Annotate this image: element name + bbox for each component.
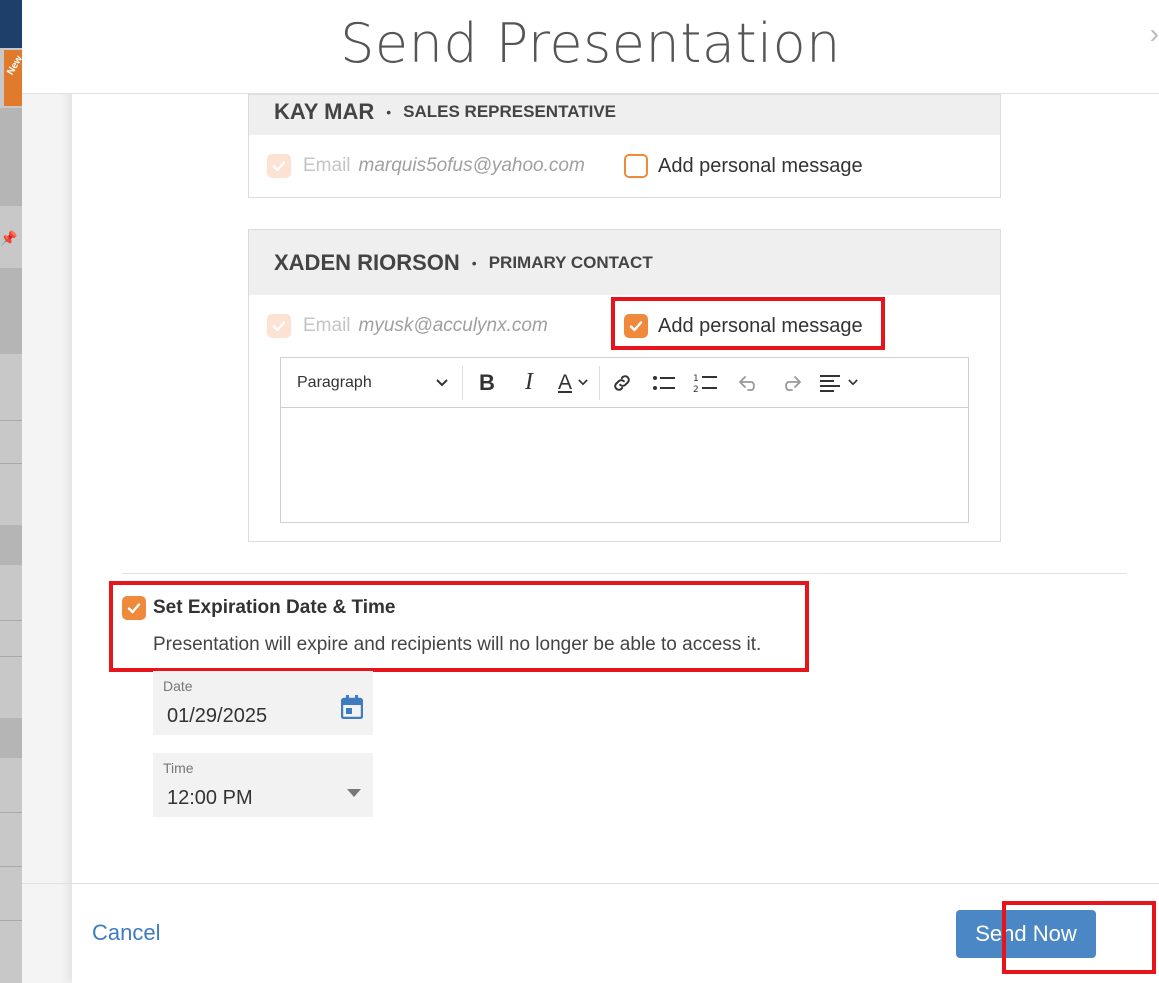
section-divider [122,573,1127,574]
align-icon[interactable] [812,366,866,400]
svg-text:1: 1 [693,374,699,384]
email-label: Email [303,315,351,336]
link-icon[interactable] [600,366,644,400]
svg-text:2: 2 [693,385,699,394]
recipient-role: SALES REPRESENTATIVE [403,102,617,121]
personal-message-label: Add personal message [658,154,863,177]
recipient-header: XADEN RIORSON • PRIMARY CONTACT [249,230,1000,295]
undo-icon[interactable] [728,366,770,400]
paragraph-style-dropdown[interactable]: Paragraph [281,365,463,400]
email-address: myusk@acculynx.com [358,315,548,336]
email-checkbox[interactable] [267,154,291,178]
modal-title: Send Presentation [340,12,841,75]
time-select[interactable]: Time 12:00 PM [153,753,373,817]
background-header [0,0,22,48]
chevron-right-icon[interactable]: › [1150,18,1159,50]
recipient-email-row: Email marquis5ofus@yahoo.com Add persona… [249,135,1000,197]
cancel-button[interactable]: Cancel [92,920,160,946]
italic-icon[interactable]: I [511,366,547,400]
bold-icon[interactable]: B [463,366,511,400]
personal-message-checkbox[interactable] [624,154,648,178]
recipient-header: KAY MAR • SALES REPRESENTATIVE [249,95,1000,135]
date-field[interactable]: Date 01/29/2025 [153,671,373,735]
editor-toolbar: Paragraph B I A 12 [281,358,968,408]
date-value: 01/29/2025 [167,705,268,727]
email-address: marquis5ofus@yahoo.com [358,155,585,176]
time-value: 12:00 PM [167,787,253,809]
text-color-icon[interactable]: A [547,366,599,400]
recipient-name: XADEN RIORSON [274,249,460,275]
email-label: Email [303,155,351,176]
recipient-card-xaden-riorson: XADEN RIORSON • PRIMARY CONTACT Email my… [248,229,1001,542]
dropdown-caret-icon [347,789,361,797]
date-label: Date [163,678,193,694]
modal-footer: Cancel Send Now [22,883,1159,983]
email-checkbox[interactable] [267,314,291,338]
calendar-icon[interactable] [340,695,364,724]
recipient-card-kay-mar: KAY MAR • SALES REPRESENTATIVE Email mar… [248,94,1001,198]
new-badge: New [4,50,25,106]
send-presentation-modal: Send Presentation › KAY MAR • SALES REPR… [22,0,1159,983]
background-app-strip: New 📌 [0,0,25,983]
highlight-box [109,581,809,672]
modal-backdrop [22,0,72,983]
recipient-name: KAY MAR [274,99,375,124]
highlight-box [1002,901,1156,974]
highlight-box [611,297,885,350]
message-text-area[interactable] [281,408,968,523]
personal-message-editor: Paragraph B I A 12 [280,357,969,523]
time-label: Time [163,760,194,776]
add-personal-message-option[interactable]: Add personal message [624,154,863,178]
bulleted-list-icon[interactable] [644,366,684,400]
numbered-list-icon[interactable]: 12 [684,366,728,400]
redo-icon[interactable] [770,366,812,400]
recipient-role: PRIMARY CONTACT [488,252,653,272]
modal-header: Send Presentation › [22,0,1159,94]
chevron-down-icon [436,378,448,386]
pin-icon: 📌 [0,230,18,246]
